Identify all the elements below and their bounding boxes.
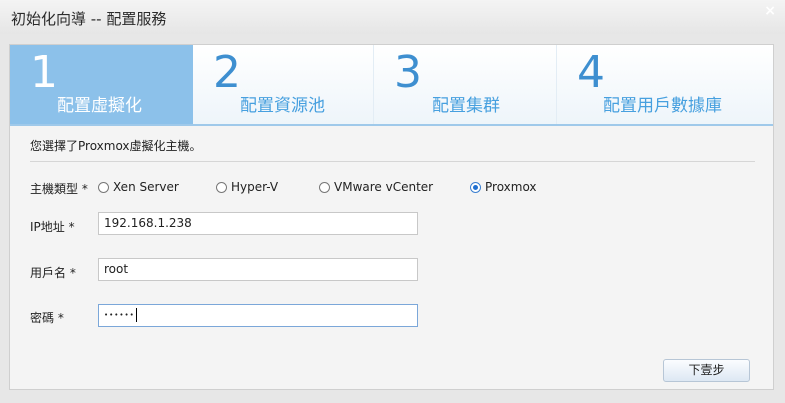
step-3: 3 配置集群 (374, 45, 554, 124)
radio-proxmox[interactable]: Proxmox (470, 180, 537, 196)
username-field[interactable]: root (98, 258, 418, 281)
radio-label: Hyper-V (231, 180, 279, 194)
wizard-content: 1 配置虛擬化 2 配置資源池 3 配置集群 4 配置用戶數據庫 您選擇了Pro… (9, 44, 774, 390)
ip-address-field[interactable]: 192.168.1.238 (98, 212, 418, 235)
step-label: 配置虛擬化 (57, 96, 142, 116)
step-label: 配置用戶數據庫 (603, 96, 722, 116)
window-title: 初始化向導 -- 配置服務 (11, 10, 167, 28)
step-indicator: 1 配置虛擬化 2 配置資源池 3 配置集群 4 配置用戶數據庫 (10, 45, 773, 126)
step-1: 1 配置虛擬化 (10, 45, 193, 124)
radio-label: Xen Server (113, 180, 179, 194)
wizard-dialog: 初始化向導 -- 配置服務 × 1 配置虛擬化 2 配置資源池 3 配置集群 4… (0, 0, 785, 403)
host-type-label: 主機類型 * (30, 182, 88, 196)
password-mask: •••••• (104, 311, 135, 319)
step-number: 2 (213, 47, 241, 98)
radio-vmware-vcenter[interactable]: VMware vCenter (319, 180, 433, 196)
divider (30, 161, 755, 162)
radio-label: Proxmox (485, 180, 537, 194)
step-label: 配置資源池 (240, 96, 325, 116)
radio-selected-icon (470, 182, 481, 193)
title-bar: 初始化向導 -- 配置服務 × (0, 0, 785, 34)
intro-text: 您選擇了Proxmox虛擬化主機。 (30, 139, 202, 153)
radio-xen-server[interactable]: Xen Server (98, 180, 179, 196)
step-number: 3 (394, 47, 422, 98)
radio-circle-icon (216, 182, 227, 193)
password-field[interactable]: •••••• (98, 304, 418, 327)
password-label: 密碼 * (30, 311, 64, 325)
step-2: 2 配置資源池 (193, 45, 373, 124)
radio-circle-icon (98, 182, 109, 193)
close-icon[interactable]: × (764, 3, 776, 19)
radio-hyper-v[interactable]: Hyper-V (216, 180, 278, 196)
radio-label: VMware vCenter (334, 180, 434, 194)
step-label: 配置集群 (432, 96, 500, 116)
text-caret (135, 308, 137, 322)
radio-circle-icon (319, 182, 330, 193)
step-number: 1 (30, 47, 58, 98)
username-label: 用戶名 * (30, 266, 76, 280)
ip-label: IP地址 * (30, 220, 75, 234)
step-4: 4 配置用戶數據庫 (557, 45, 773, 124)
step-number: 4 (577, 47, 605, 98)
next-step-button[interactable]: 下壹步 (663, 359, 750, 382)
